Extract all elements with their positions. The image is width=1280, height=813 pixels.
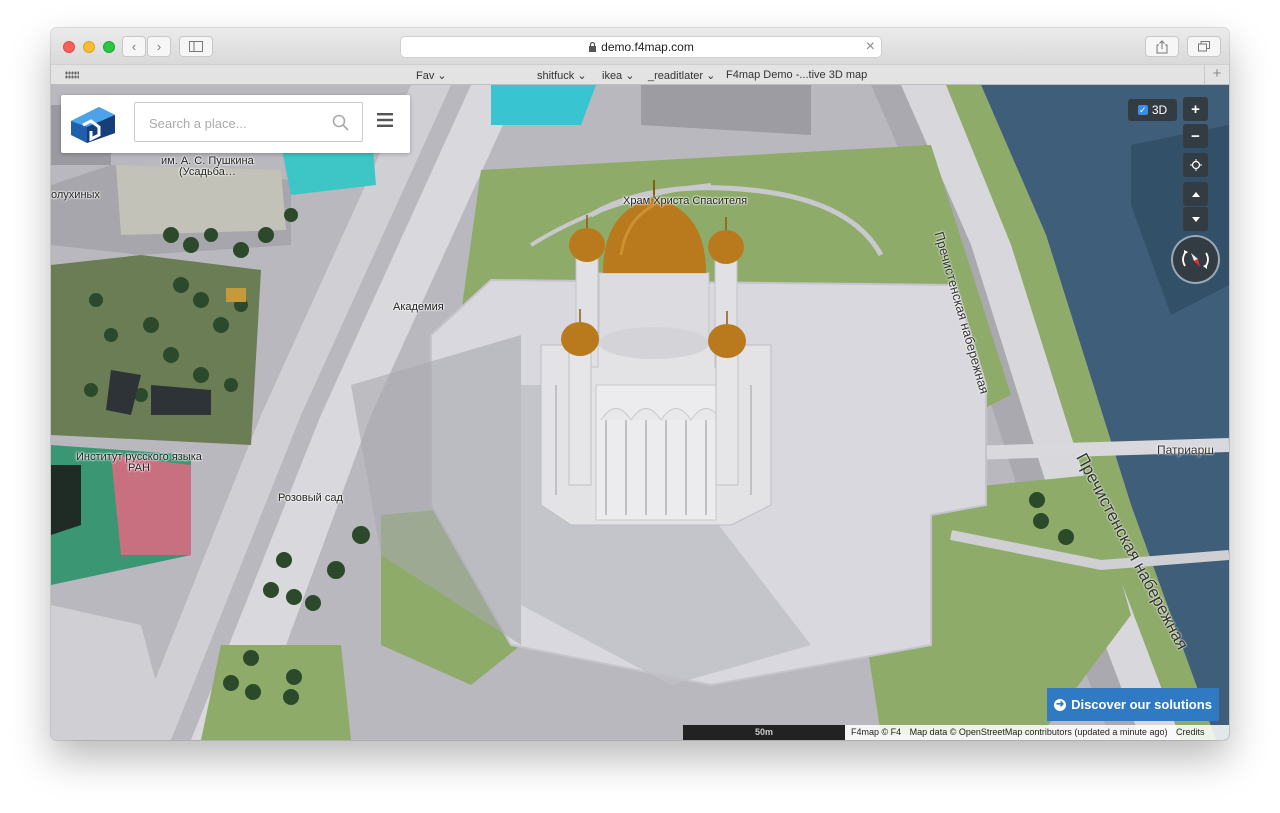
- menu-icon[interactable]: [377, 113, 393, 127]
- toggle-3d[interactable]: ✓ 3D: [1128, 99, 1177, 121]
- forward-button[interactable]: ›: [147, 36, 171, 57]
- discover-solutions-button[interactable]: ➜ Discover our solutions: [1047, 688, 1219, 721]
- f4map-logo[interactable]: [69, 103, 119, 145]
- arrow-circle-right-icon: ➜: [1054, 698, 1067, 711]
- new-tab-button[interactable]: +: [1204, 65, 1229, 84]
- apps-grid-icon[interactable]: [65, 71, 79, 79]
- share-icon: [1156, 39, 1168, 53]
- search-panel: [61, 95, 410, 153]
- map-label-pushkin-2[interactable]: (Усадьба…: [179, 166, 236, 178]
- map-label-institute-2[interactable]: РАН: [128, 462, 150, 474]
- attribution-osm[interactable]: Map data © OpenStreetMap contributors (u…: [910, 727, 1168, 737]
- attribution-f4[interactable]: F4map © F4: [851, 727, 901, 737]
- credits-link[interactable]: Credits: [1176, 727, 1205, 737]
- triangle-up-icon: [1191, 191, 1200, 197]
- zoom-in-button[interactable]: +: [1183, 97, 1208, 121]
- map-label-rose-garden[interactable]: Розовый сад: [278, 492, 343, 504]
- map-label-volkhonka[interactable]: олухиных: [51, 189, 100, 201]
- tabs-icon: [1198, 41, 1210, 52]
- checkbox-checked-icon[interactable]: ✓: [1137, 105, 1148, 115]
- road-label-patriarch[interactable]: Патриарш: [1157, 443, 1214, 457]
- back-button[interactable]: ‹: [122, 36, 146, 57]
- close-window-button[interactable]: [63, 41, 75, 53]
- locate-button[interactable]: [1183, 153, 1208, 177]
- tabs-overview-button[interactable]: [1187, 36, 1221, 57]
- sidebar-icon: [189, 41, 203, 52]
- crosshair-icon: [1189, 159, 1202, 171]
- tilt-up-button[interactable]: [1183, 182, 1208, 206]
- fav-item-shitfuck[interactable]: shitfuck ⌄: [537, 69, 587, 82]
- stop-loading-icon[interactable]: ×: [866, 38, 875, 56]
- share-button[interactable]: [1145, 36, 1179, 57]
- browser-titlebar: ‹ › demo.f4map.com ×: [51, 28, 1229, 64]
- fav-item-f4map-demo[interactable]: F4map Demo -...tive 3D map: [726, 69, 867, 81]
- favorites-bar: Fav ⌄ shitfuck ⌄ ikea ⌄ _readitlater ⌄ F…: [51, 64, 1229, 85]
- map-base: [51, 85, 1229, 740]
- url-text: demo.f4map.com: [601, 40, 694, 54]
- compass-rotate-control[interactable]: [1173, 237, 1218, 282]
- triangle-down-icon: [1191, 216, 1200, 222]
- chevron-left-icon: ‹: [131, 39, 137, 54]
- browser-window: ‹ › demo.f4map.com × Fav ⌄ shitfuck ⌄ ik…: [51, 28, 1229, 740]
- attribution-bar: F4map © F4 Map data © OpenStreetMap cont…: [845, 725, 1229, 740]
- maximize-window-button[interactable]: [103, 41, 115, 53]
- search-icon[interactable]: [332, 114, 350, 132]
- map-canvas[interactable]: Храм Христа Спасителя им. А. С. Пушкина …: [51, 85, 1229, 740]
- sidebar-toggle-button[interactable]: [179, 36, 213, 57]
- search-input[interactable]: [135, 103, 341, 143]
- minimize-window-button[interactable]: [83, 41, 95, 53]
- map-label-cathedral[interactable]: Храм Христа Спасителя: [623, 195, 747, 207]
- fav-item-ikea[interactable]: ikea ⌄: [602, 69, 634, 82]
- fav-item-fav[interactable]: Fav ⌄: [416, 69, 447, 82]
- tilt-down-button[interactable]: [1183, 207, 1208, 231]
- map-label-academy[interactable]: Академия: [393, 301, 444, 313]
- fav-item-readitlater[interactable]: _readitlater ⌄: [648, 69, 715, 82]
- address-bar[interactable]: demo.f4map.com ×: [400, 36, 882, 58]
- zoom-out-button[interactable]: −: [1183, 124, 1208, 148]
- scale-bar: 50m: [683, 725, 845, 740]
- search-box: [134, 102, 363, 143]
- compass-icon: [1182, 250, 1209, 269]
- lock-icon: [589, 42, 597, 52]
- chevron-right-icon: ›: [156, 39, 162, 54]
